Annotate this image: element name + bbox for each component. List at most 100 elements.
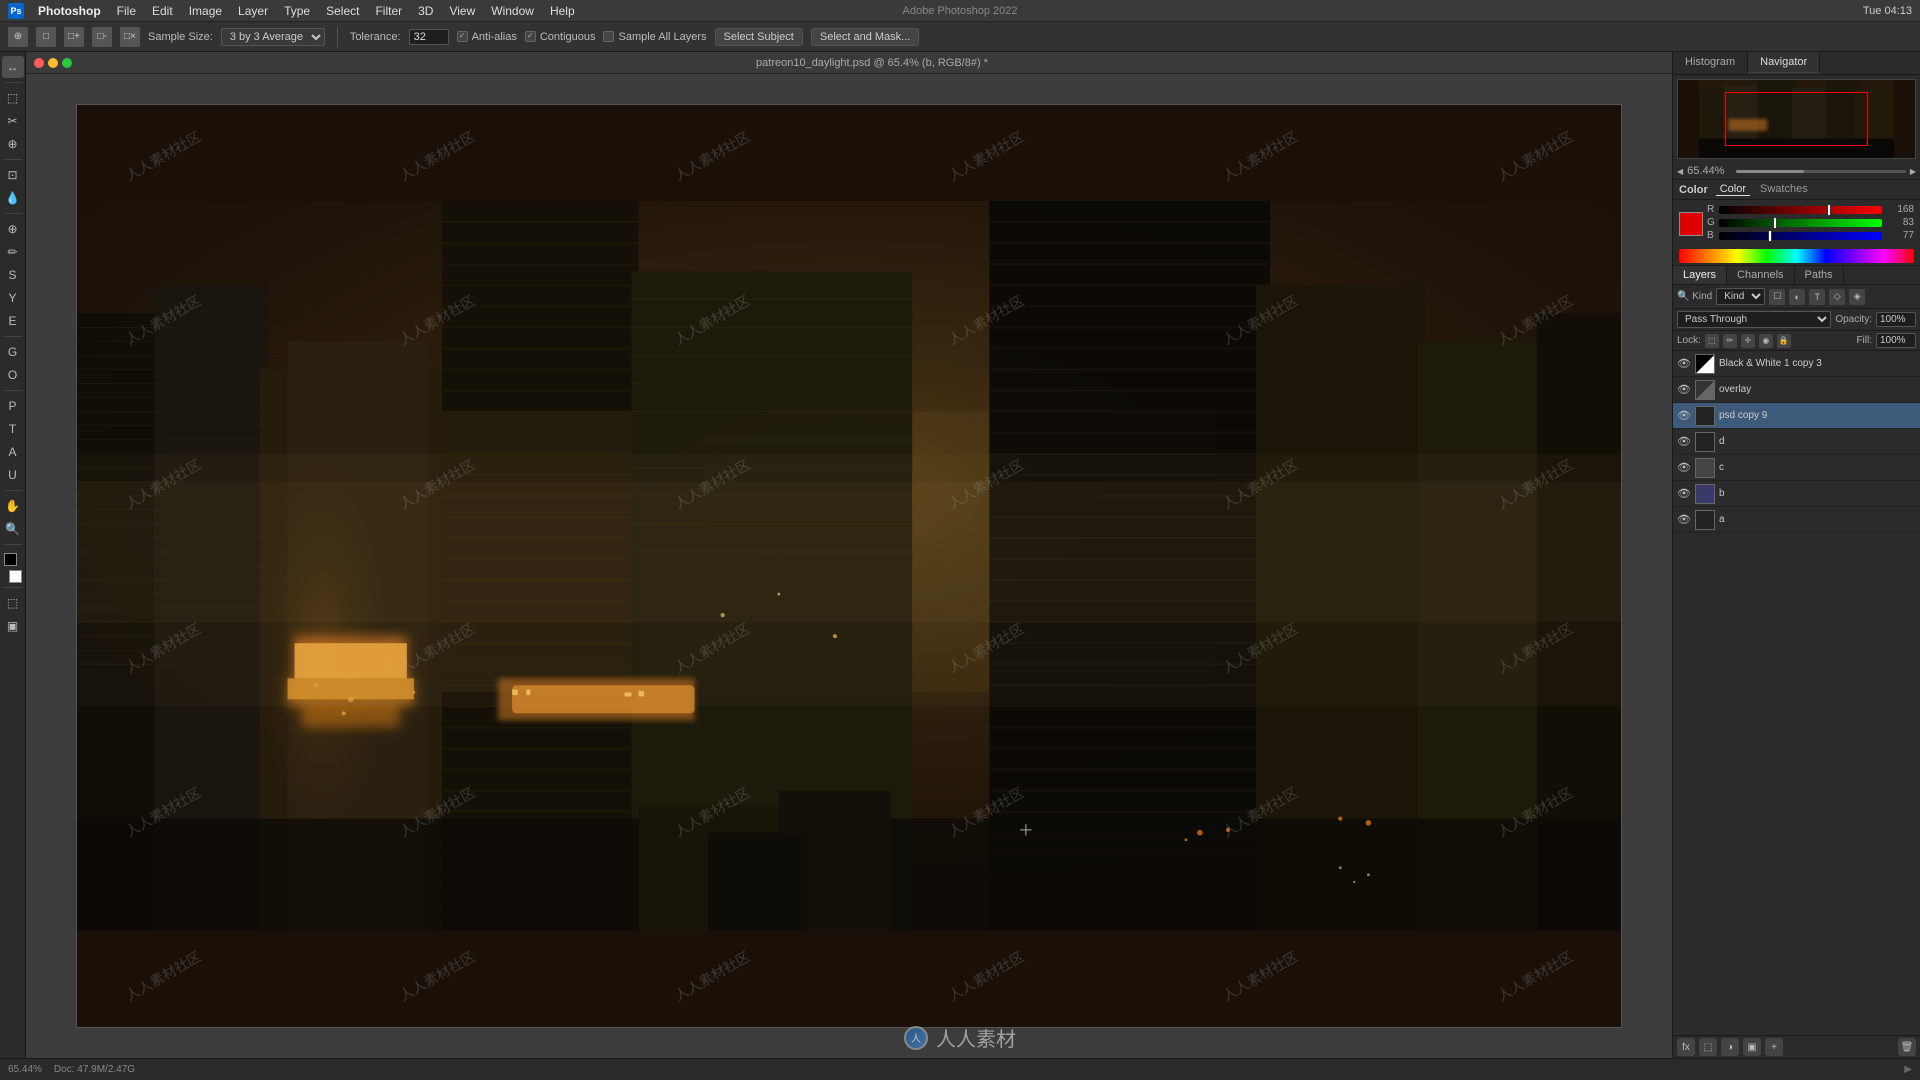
quick-mask-mode[interactable]: ⬚ (2, 592, 24, 614)
add-selection-icon[interactable]: □+ (64, 27, 84, 47)
contiguous-checkbox[interactable] (525, 31, 536, 42)
menu-select[interactable]: Select (318, 2, 367, 20)
move-tool[interactable]: ↔ (2, 56, 24, 78)
menu-edit[interactable]: Edit (144, 2, 181, 20)
tab-channels[interactable]: Channels (1727, 266, 1794, 284)
green-slider-thumb[interactable] (1773, 217, 1777, 229)
maximize-button[interactable] (62, 58, 72, 68)
zoom-tool[interactable]: 🔍 (2, 518, 24, 540)
gradient-tool[interactable]: G (2, 341, 24, 363)
shape-tool[interactable]: U (2, 464, 24, 486)
clone-stamp-tool[interactable]: S (2, 264, 24, 286)
foreground-background-color[interactable] (4, 553, 22, 583)
color-panel-header[interactable]: Color Color Swatches (1673, 180, 1920, 200)
foreground-color-swatch[interactable] (4, 553, 17, 566)
dodge-tool[interactable]: O (2, 364, 24, 386)
select-and-mask-button[interactable]: Select and Mask... (811, 28, 920, 46)
menu-photoshop[interactable]: Photoshop (30, 2, 109, 20)
menu-image[interactable]: Image (181, 2, 230, 20)
green-slider[interactable] (1719, 219, 1882, 227)
layer-filter-pixel-icon[interactable]: ☐ (1769, 289, 1785, 305)
crop-tool[interactable]: ⊡ (2, 164, 24, 186)
menu-view[interactable]: View (441, 2, 483, 20)
delete-layer-icon[interactable]: 🗑 (1898, 1038, 1916, 1056)
layer-visibility-4[interactable]: 👁 (1677, 461, 1691, 475)
layer-row-4[interactable]: 👁 c (1673, 455, 1920, 481)
screen-mode[interactable]: ▣ (2, 615, 24, 637)
lasso-tool[interactable]: ✂ (2, 110, 24, 132)
layer-visibility-1[interactable]: 👁 (1677, 383, 1691, 397)
layer-visibility-0[interactable]: 👁 (1677, 357, 1691, 371)
layer-visibility-3[interactable]: 👁 (1677, 435, 1691, 449)
intersect-selection-icon[interactable]: □× (120, 27, 140, 47)
new-layer-icon[interactable]: + (1765, 1038, 1783, 1056)
opacity-input[interactable] (1876, 312, 1916, 327)
blend-mode-select[interactable]: Pass Through (1677, 311, 1831, 328)
red-slider[interactable] (1719, 206, 1882, 214)
menu-3d[interactable]: 3D (410, 2, 441, 20)
new-selection-icon[interactable]: □ (36, 27, 56, 47)
zoom-slider[interactable] (1736, 170, 1906, 173)
hand-tool[interactable]: ✋ (2, 495, 24, 517)
canvas-content[interactable]: 人人素材社区 人人素材社区 人人素材社区 人人素材社区 人人素材社区 人人素材社… (26, 74, 1672, 1058)
tab-histogram[interactable]: Histogram (1673, 52, 1748, 74)
lock-position-icon[interactable]: ✛ (1741, 334, 1755, 348)
magic-wand-tool[interactable]: ⊕ (2, 133, 24, 155)
add-layer-style-icon[interactable]: fx (1677, 1038, 1695, 1056)
rectangular-marquee-tool[interactable]: ⬚ (2, 87, 24, 109)
layer-row-1[interactable]: 👁 overlay (1673, 377, 1920, 403)
anti-alias-checkbox[interactable] (457, 31, 468, 42)
menu-help[interactable]: Help (542, 2, 583, 20)
layer-row-5[interactable]: 👁 b (1673, 481, 1920, 507)
tab-paths[interactable]: Paths (1795, 266, 1844, 284)
menu-layer[interactable]: Layer (230, 2, 276, 20)
sample-size-select[interactable]: 3 by 3 Average (221, 28, 325, 46)
menu-window[interactable]: Window (483, 2, 542, 20)
lock-pixels-icon[interactable]: ✏ (1723, 334, 1737, 348)
image-canvas[interactable] (76, 104, 1622, 1028)
menu-filter[interactable]: Filter (367, 2, 410, 20)
new-group-icon[interactable]: ▣ (1743, 1038, 1761, 1056)
sample-all-checkbox[interactable] (603, 31, 614, 42)
layer-filter-shape-icon[interactable]: ◇ (1829, 289, 1845, 305)
background-color-swatch[interactable] (9, 570, 22, 583)
history-brush-tool[interactable]: Y (2, 287, 24, 309)
eraser-tool[interactable]: E (2, 310, 24, 332)
select-subject-button[interactable]: Select Subject (715, 28, 803, 46)
blue-slider[interactable] (1719, 232, 1882, 240)
swatches-tab[interactable]: Swatches (1756, 183, 1812, 196)
layer-filter-smart-icon[interactable]: ◈ (1849, 289, 1865, 305)
layer-row-3[interactable]: 👁 d (1673, 429, 1920, 455)
foreground-color-picker[interactable] (1679, 212, 1703, 236)
subtract-selection-icon[interactable]: □- (92, 27, 112, 47)
spot-healing-tool[interactable]: ⊕ (2, 218, 24, 240)
layer-visibility-2[interactable]: 👁 (1677, 409, 1691, 423)
zoom-in-icon[interactable]: ▶ (1910, 167, 1916, 176)
layer-filter-adjustment-icon[interactable]: ◐ (1789, 289, 1805, 305)
pen-tool[interactable]: P (2, 395, 24, 417)
layer-filter-type-icon[interactable]: T (1809, 289, 1825, 305)
lock-transparent-icon[interactable]: ⬚ (1705, 334, 1719, 348)
layer-row-2[interactable]: 👁 psd copy 9 (1673, 403, 1920, 429)
menu-file[interactable]: File (109, 2, 144, 20)
path-selection-tool[interactable]: A (2, 441, 24, 463)
color-tab[interactable]: Color (1716, 183, 1750, 196)
minimize-button[interactable] (48, 58, 58, 68)
hue-gradient-bar[interactable] (1679, 249, 1914, 263)
layer-visibility-5[interactable]: 👁 (1677, 487, 1691, 501)
blue-slider-thumb[interactable] (1768, 230, 1772, 242)
tab-layers[interactable]: Layers (1673, 266, 1727, 284)
eyedropper-tool[interactable]: 💧 (2, 187, 24, 209)
zoom-out-icon[interactable]: ◀ (1677, 167, 1683, 176)
red-slider-thumb[interactable] (1827, 204, 1831, 216)
layer-row-6[interactable]: 👁 a (1673, 507, 1920, 533)
add-mask-icon[interactable]: ⬚ (1699, 1038, 1717, 1056)
fill-input[interactable] (1876, 333, 1916, 348)
menu-type[interactable]: Type (276, 2, 318, 20)
type-tool[interactable]: T (2, 418, 24, 440)
lock-artboards-icon[interactable]: ◉ (1759, 334, 1773, 348)
layer-visibility-6[interactable]: 👁 (1677, 513, 1691, 527)
lock-all-icon[interactable]: 🔒 (1777, 334, 1791, 348)
layer-kind-filter[interactable]: Kind (1716, 288, 1765, 305)
new-adjustment-layer-icon[interactable]: ◑ (1721, 1038, 1739, 1056)
